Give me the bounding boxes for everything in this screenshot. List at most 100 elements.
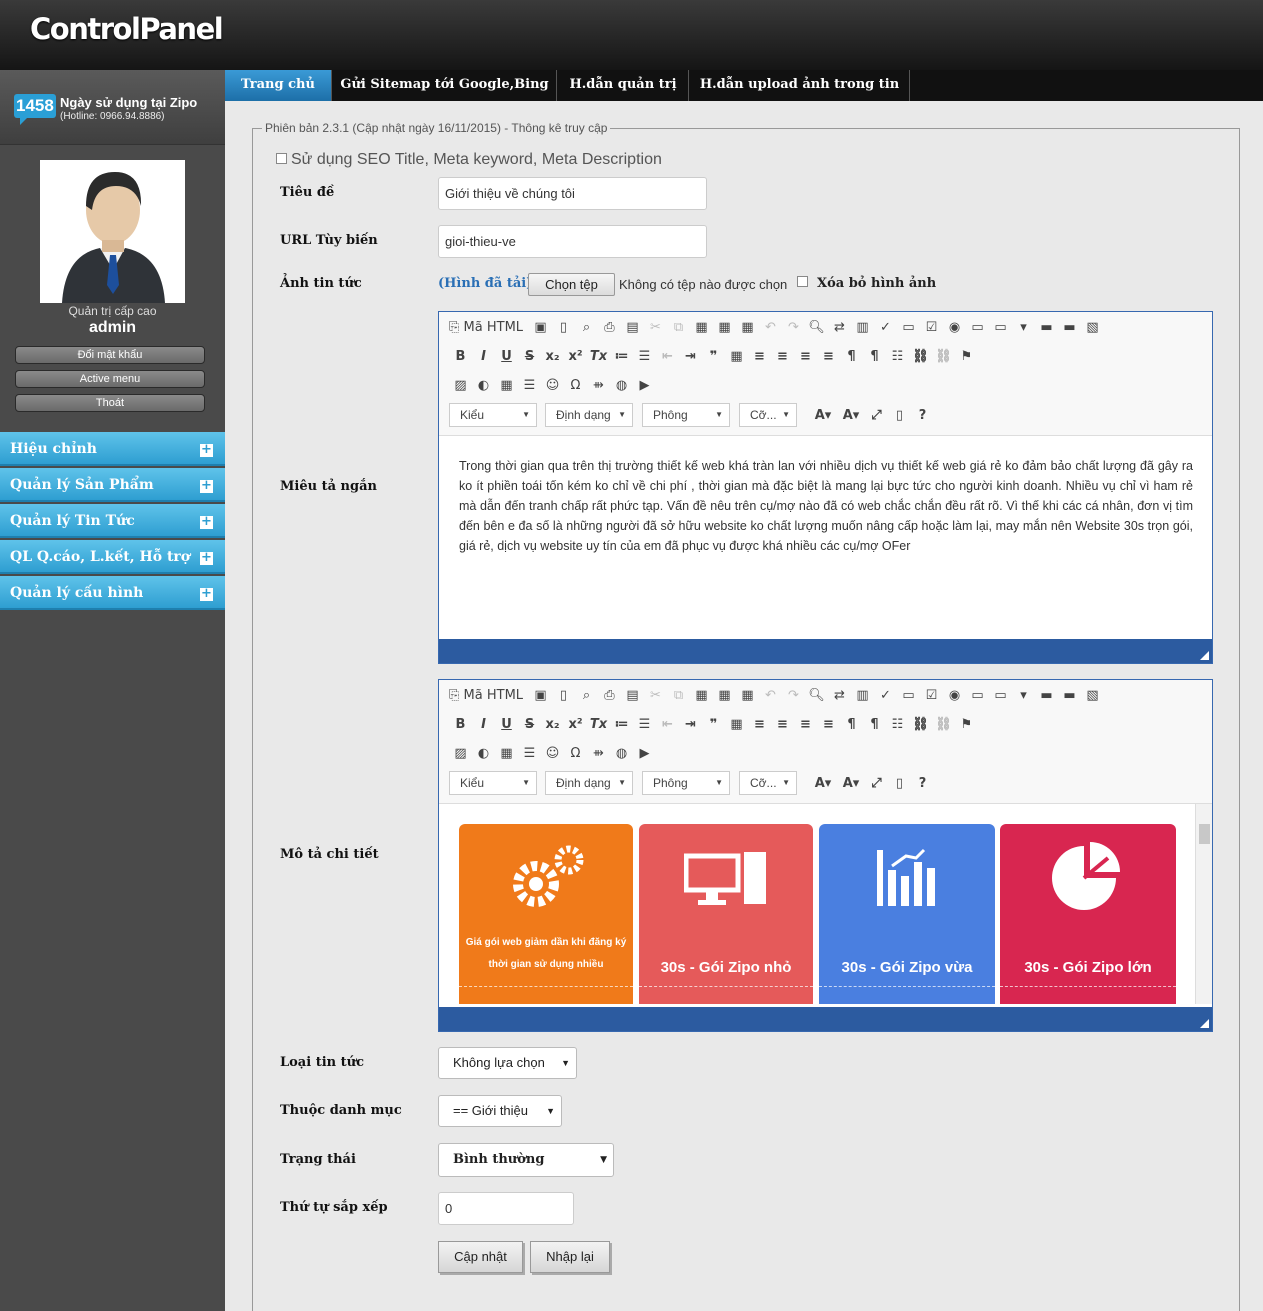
maximize-icon[interactable]: ⤢: [865, 408, 888, 423]
tab-home[interactable]: Trang chủ: [225, 70, 332, 101]
strike-icon[interactable]: S: [518, 349, 541, 364]
rtl-icon[interactable]: ¶: [863, 717, 886, 732]
find-icon[interactable]: 🔍︎: [805, 320, 828, 335]
numbered-list-icon[interactable]: ≔: [610, 349, 633, 364]
save-icon[interactable]: ▣: [529, 688, 552, 703]
underline-icon[interactable]: U: [495, 349, 518, 364]
special-char-icon[interactable]: Ω: [564, 746, 587, 761]
bg-color-icon[interactable]: A▾: [837, 408, 865, 423]
div-icon[interactable]: ▦: [725, 717, 748, 732]
print-icon[interactable]: ⎙: [598, 320, 621, 335]
subscript-icon[interactable]: x₂: [541, 349, 564, 364]
style-combo[interactable]: Kiểu ▼: [449, 403, 537, 427]
active-menu-button[interactable]: Active menu: [15, 370, 205, 388]
page-break-icon[interactable]: ⇻: [587, 746, 610, 761]
hr-icon[interactable]: ☰: [518, 746, 541, 761]
language-icon[interactable]: ☷: [886, 717, 909, 732]
select-icon[interactable]: ▾: [1012, 688, 1035, 703]
text-color-icon[interactable]: A▾: [809, 408, 837, 423]
templates-icon[interactable]: ▤: [621, 688, 644, 703]
spellcheck-icon[interactable]: ✓: [874, 320, 897, 335]
superscript-icon[interactable]: x²: [564, 717, 587, 732]
align-right-icon[interactable]: ≡: [794, 717, 817, 732]
paste-text-icon[interactable]: ▦: [713, 320, 736, 335]
flash-icon[interactable]: ◐: [472, 378, 495, 393]
anchor-icon[interactable]: ⚑: [955, 349, 978, 364]
special-char-icon[interactable]: Ω: [564, 378, 587, 393]
scrollbar-thumb[interactable]: [1199, 824, 1210, 844]
font-combo[interactable]: Phông ▼: [642, 403, 730, 427]
style-combo[interactable]: Kiểu ▼: [449, 771, 537, 795]
tab-sitemap[interactable]: Gửi Sitemap tới Google,Bing: [333, 70, 557, 101]
iframe-icon[interactable]: ◍: [610, 746, 633, 761]
paste-word-icon[interactable]: ▦: [736, 688, 759, 703]
bold-icon[interactable]: B: [449, 349, 472, 364]
print-icon[interactable]: ⎙: [598, 688, 621, 703]
source-button[interactable]: ⎘ Mã HTML: [449, 688, 529, 703]
url-input[interactable]: gioi-thieu-ve: [438, 225, 707, 258]
italic-icon[interactable]: I: [472, 717, 495, 732]
checkbox-icon[interactable]: ☑: [920, 320, 943, 335]
remove-format-icon[interactable]: Tx: [587, 349, 610, 364]
select-all-icon[interactable]: ▥: [851, 688, 874, 703]
page-break-icon[interactable]: ⇻: [587, 378, 610, 393]
align-center-icon[interactable]: ≡: [771, 717, 794, 732]
textfield-icon[interactable]: ▭: [966, 688, 989, 703]
new-page-icon[interactable]: ▯: [552, 688, 575, 703]
table-icon[interactable]: ▦: [495, 378, 518, 393]
undo-icon[interactable]: ↶: [759, 320, 782, 335]
bold-icon[interactable]: B: [449, 717, 472, 732]
justify-icon[interactable]: ≡: [817, 349, 840, 364]
cut-icon[interactable]: ✂: [644, 688, 667, 703]
menu-quan-ly-tin-tuc[interactable]: Quản lý Tin Tức +: [0, 504, 225, 538]
font-combo[interactable]: Phông ▼: [642, 771, 730, 795]
image-icon[interactable]: ▨: [449, 746, 472, 761]
justify-icon[interactable]: ≡: [817, 717, 840, 732]
bulleted-list-icon[interactable]: ☰: [633, 717, 656, 732]
ltr-icon[interactable]: ¶: [840, 349, 863, 364]
blockquote-icon[interactable]: ❞: [702, 717, 725, 732]
textfield-icon[interactable]: ▭: [966, 320, 989, 335]
menu-quang-cao[interactable]: QL Q.cáo, L.kết, Hỗ trợ +: [0, 540, 225, 574]
replace-icon[interactable]: ⇄: [828, 320, 851, 335]
hr-icon[interactable]: ☰: [518, 378, 541, 393]
size-combo[interactable]: Cỡ... ▼: [739, 771, 797, 795]
link-icon[interactable]: ⛓: [909, 349, 932, 364]
language-icon[interactable]: ☷: [886, 349, 909, 364]
form-icon[interactable]: ▭: [897, 320, 920, 335]
outdent-icon[interactable]: ⇤: [656, 717, 679, 732]
cut-icon[interactable]: ✂: [644, 320, 667, 335]
paste-icon[interactable]: ▦: [690, 320, 713, 335]
unlink-icon[interactable]: ⛓: [932, 717, 955, 732]
checkbox-icon[interactable]: ☑: [920, 688, 943, 703]
image-icon[interactable]: ▨: [449, 378, 472, 393]
help-icon[interactable]: ?: [911, 776, 934, 791]
size-combo[interactable]: Cỡ... ▼: [739, 403, 797, 427]
change-password-button[interactable]: Đổi mật khẩu: [15, 346, 205, 364]
format-combo[interactable]: Định dạng ▼: [545, 771, 633, 795]
category-select[interactable]: == Giới thiệu ▼: [438, 1095, 562, 1127]
tab-upload-guide[interactable]: H.dẫn upload ảnh trong tin: [690, 70, 910, 101]
preview-icon[interactable]: ⌕: [575, 320, 598, 335]
seo-checkbox[interactable]: [276, 153, 287, 164]
logout-button[interactable]: Thoát: [15, 394, 205, 412]
superscript-icon[interactable]: x²: [564, 349, 587, 364]
textarea-icon[interactable]: ▭: [989, 320, 1012, 335]
help-icon[interactable]: ?: [911, 408, 934, 423]
format-combo[interactable]: Định dạng ▼: [545, 403, 633, 427]
flash-icon[interactable]: ◐: [472, 746, 495, 761]
paste-icon[interactable]: ▦: [690, 688, 713, 703]
link-icon[interactable]: ⛓: [909, 717, 932, 732]
image-button-icon[interactable]: ▬: [1058, 688, 1081, 703]
uploaded-image-link[interactable]: (Hình đã tải): [438, 276, 532, 291]
smiley-icon[interactable]: ☺: [541, 378, 564, 393]
unlink-icon[interactable]: ⛓: [932, 349, 955, 364]
align-center-icon[interactable]: ≡: [771, 349, 794, 364]
tab-admin-guide[interactable]: H.dẫn quản trị: [558, 70, 689, 101]
text-color-icon[interactable]: A▾: [809, 776, 837, 791]
hidden-field-icon[interactable]: ▧: [1081, 320, 1104, 335]
order-input[interactable]: 0: [438, 1192, 574, 1225]
align-left-icon[interactable]: ≡: [748, 717, 771, 732]
show-blocks-icon[interactable]: ▯: [888, 408, 911, 423]
menu-hieu-chinh[interactable]: Hiệu chỉnh +: [0, 432, 225, 466]
